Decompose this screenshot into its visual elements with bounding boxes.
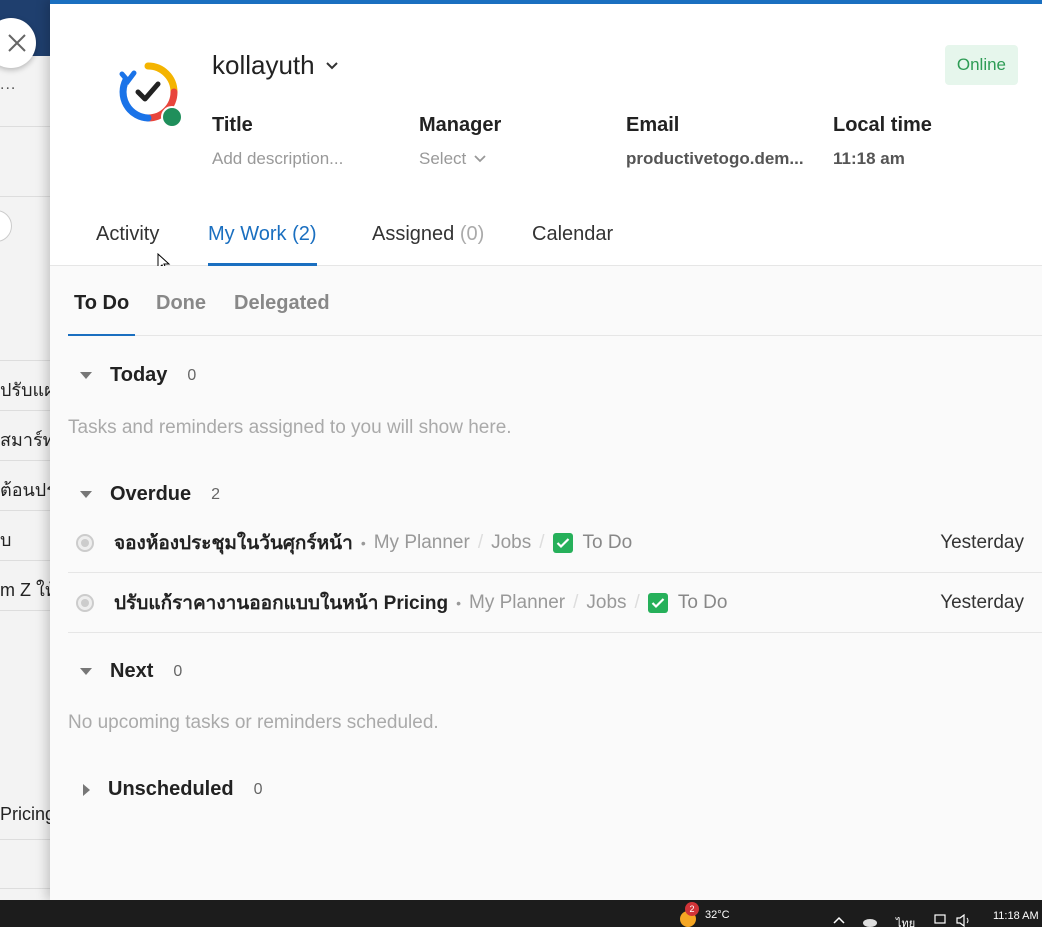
network-icon[interactable] — [934, 914, 948, 927]
section-title: Today — [110, 364, 168, 386]
checkbox-icon — [647, 593, 668, 613]
my-work-content: To Do Done Delegated Today 0 Tasks and r… — [50, 266, 1042, 904]
tab-label: Calendar — [532, 223, 614, 245]
section-overdue-header[interactable]: Overdue 2 — [80, 483, 220, 506]
checkbox-icon — [552, 533, 573, 553]
status-badge: Online — [944, 45, 1018, 85]
section-count: 2 — [211, 485, 221, 503]
task-status: To Do — [582, 532, 633, 553]
temperature: 32°C — [705, 909, 730, 921]
slash-separator: / — [477, 532, 484, 553]
field-label: Local time — [833, 114, 932, 136]
tab-count: (0) — [459, 223, 485, 245]
section-count: 0 — [187, 366, 197, 384]
tab-assigned[interactable]: Assigned (0) — [372, 223, 484, 266]
task-complete-radio[interactable] — [76, 534, 94, 552]
user-menu[interactable]: kollayuth — [212, 50, 339, 81]
username: kollayuth — [212, 50, 315, 80]
task-bucket[interactable]: Jobs — [491, 532, 531, 554]
field-label: Manager — [419, 114, 502, 136]
chevron-down-icon — [474, 155, 486, 163]
next-empty-text: No upcoming tasks or reminders scheduled… — [68, 712, 439, 733]
tab-label: My Work — [208, 223, 287, 245]
sub-tabs: To Do Done Delegated — [68, 266, 1042, 336]
clock-time[interactable]: 11:18 AM — [993, 910, 1039, 922]
app-logo-icon — [119, 62, 183, 128]
onedrive-icon[interactable] — [862, 916, 878, 927]
field-title: Title Add description... — [212, 114, 419, 169]
field-label: Email — [626, 114, 680, 136]
windows-taskbar: 2 32°C ไทย 11:18 AM — [0, 900, 1042, 927]
subtab-done[interactable]: Done — [156, 292, 206, 336]
chevron-up-icon[interactable] — [833, 916, 845, 924]
tab-count: (2) — [292, 223, 317, 245]
email-value[interactable]: productivetogo.dem... — [626, 149, 806, 169]
caret-down-icon — [80, 372, 92, 379]
task-status: To Do — [677, 592, 728, 613]
field-manager: Manager Select — [419, 114, 626, 169]
manager-select-label: Select — [419, 149, 467, 168]
avatar — [112, 56, 184, 128]
profile-fields: Title Add description... Manager Select … — [212, 114, 1040, 169]
section-title: Overdue — [110, 483, 192, 505]
task-title: จองห้องประชุมในวันศุกร์หน้า — [114, 533, 353, 554]
task-planner[interactable]: My Planner — [374, 532, 470, 554]
section-today-header[interactable]: Today 0 — [80, 364, 196, 387]
notification-badge: 2 — [685, 902, 699, 916]
tab-label: Activity — [96, 223, 160, 245]
tab-my-work[interactable]: My Work (2) — [208, 223, 317, 266]
task-row[interactable]: ปรับแก้ราคางานออกแบบในหน้า Pricing • My … — [68, 574, 1042, 633]
title-description-input[interactable]: Add description... — [212, 149, 392, 169]
main-tabs: Activity My Work (2) Assigned (0) Calend… — [50, 217, 1042, 273]
background-ellipsis: ... — [0, 76, 17, 93]
section-unscheduled-header[interactable]: Unscheduled 0 — [80, 778, 262, 801]
caret-down-icon — [80, 491, 92, 498]
task-row[interactable]: จองห้องประชุมในวันศุกร์หน้า • My Planner… — [68, 514, 1042, 573]
section-title: Next — [110, 660, 154, 682]
task-complete-radio[interactable] — [76, 594, 94, 612]
subtab-to-do[interactable]: To Do — [68, 292, 136, 336]
speaker-icon[interactable] — [956, 914, 972, 927]
close-icon — [8, 34, 26, 52]
local-time-value: 11:18 am — [833, 149, 905, 168]
slash-separator: / — [539, 532, 545, 553]
field-label: Title — [212, 114, 253, 136]
weather-widget[interactable]: 2 — [677, 902, 699, 927]
language-indicator[interactable]: ไทย — [896, 914, 915, 927]
bullet-separator: • — [456, 595, 461, 611]
caret-down-icon — [80, 668, 92, 675]
task-due-date: Yesterday — [940, 592, 1024, 613]
manager-select[interactable]: Select — [419, 149, 599, 169]
slash-separator: / — [573, 592, 579, 613]
caret-right-icon — [83, 783, 90, 796]
section-count: 0 — [253, 780, 263, 798]
field-email: Email productivetogo.dem... — [626, 114, 833, 169]
section-title: Unscheduled — [108, 778, 234, 800]
task-bucket[interactable]: Jobs — [586, 592, 626, 614]
subtab-delegated[interactable]: Delegated — [234, 292, 330, 336]
section-count: 0 — [173, 662, 183, 680]
task-title: ปรับแก้ราคางานออกแบบในหน้า Pricing — [114, 593, 449, 614]
today-empty-text: Tasks and reminders assigned to you will… — [68, 417, 512, 438]
task-due-date: Yesterday — [940, 532, 1024, 553]
task-planner[interactable]: My Planner — [469, 592, 565, 614]
chevron-down-icon — [325, 61, 338, 69]
tab-label: Assigned — [372, 223, 455, 245]
tab-calendar[interactable]: Calendar — [532, 223, 613, 266]
tab-activity[interactable]: Activity — [96, 223, 159, 266]
slash-separator: / — [634, 592, 640, 613]
bullet-separator: • — [360, 535, 366, 551]
background-search — [0, 210, 12, 242]
profile-panel: kollayuth Online Title Add description..… — [50, 0, 1042, 904]
field-local-time: Local time 11:18 am — [833, 114, 1040, 169]
section-next-header[interactable]: Next 0 — [80, 660, 182, 683]
